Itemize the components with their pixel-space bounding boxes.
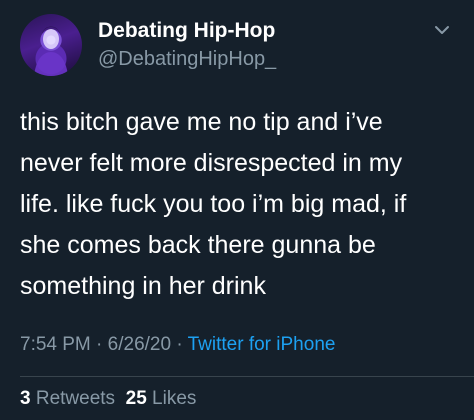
tweet-line: this bitch gave me no tip and i’ve xyxy=(20,108,383,136)
retweets-stat[interactable]: 3 Retweets xyxy=(20,388,115,409)
tweet-time[interactable]: 7:54 PM xyxy=(20,334,91,355)
divider xyxy=(20,376,474,377)
tweet-line: never felt more disrespected in my xyxy=(20,149,403,177)
meta-separator: · xyxy=(90,334,108,355)
chevron-down-icon[interactable] xyxy=(432,20,452,40)
tweet-line: she comes back there gunna be xyxy=(20,231,376,259)
likes-count: 25 xyxy=(125,388,147,409)
username-handle[interactable]: @DebatingHipHop_ xyxy=(98,46,276,72)
meta-separator: · xyxy=(171,334,188,355)
tweet-card: Debating Hip-Hop @DebatingHipHop_ this b… xyxy=(0,0,474,420)
tweet-stats: 3 Retweets 25 Likes xyxy=(20,386,196,412)
tweet-source-link[interactable]: Twitter for iPhone xyxy=(188,334,336,355)
profile-avatar[interactable] xyxy=(20,14,82,76)
tweet-text: this bitch gave me no tip and i’ve never… xyxy=(20,102,460,307)
retweets-count: 3 xyxy=(20,388,31,409)
author-block: Debating Hip-Hop @DebatingHipHop_ xyxy=(98,18,276,72)
display-name[interactable]: Debating Hip-Hop xyxy=(98,18,276,44)
retweets-label: Retweets xyxy=(35,388,116,409)
likes-stat[interactable]: 25 Likes xyxy=(126,388,197,409)
tweet-line: something in her drink xyxy=(20,272,266,300)
tweet-date[interactable]: 6/26/20 xyxy=(108,334,171,355)
avatar-figure-icon xyxy=(34,26,68,76)
tweet-meta: 7:54 PM · 6/26/20 · Twitter for iPhone xyxy=(20,332,335,358)
likes-label: Likes xyxy=(152,388,197,409)
tweet-line: life. like fuck you too i’m big mad, if xyxy=(20,190,407,218)
